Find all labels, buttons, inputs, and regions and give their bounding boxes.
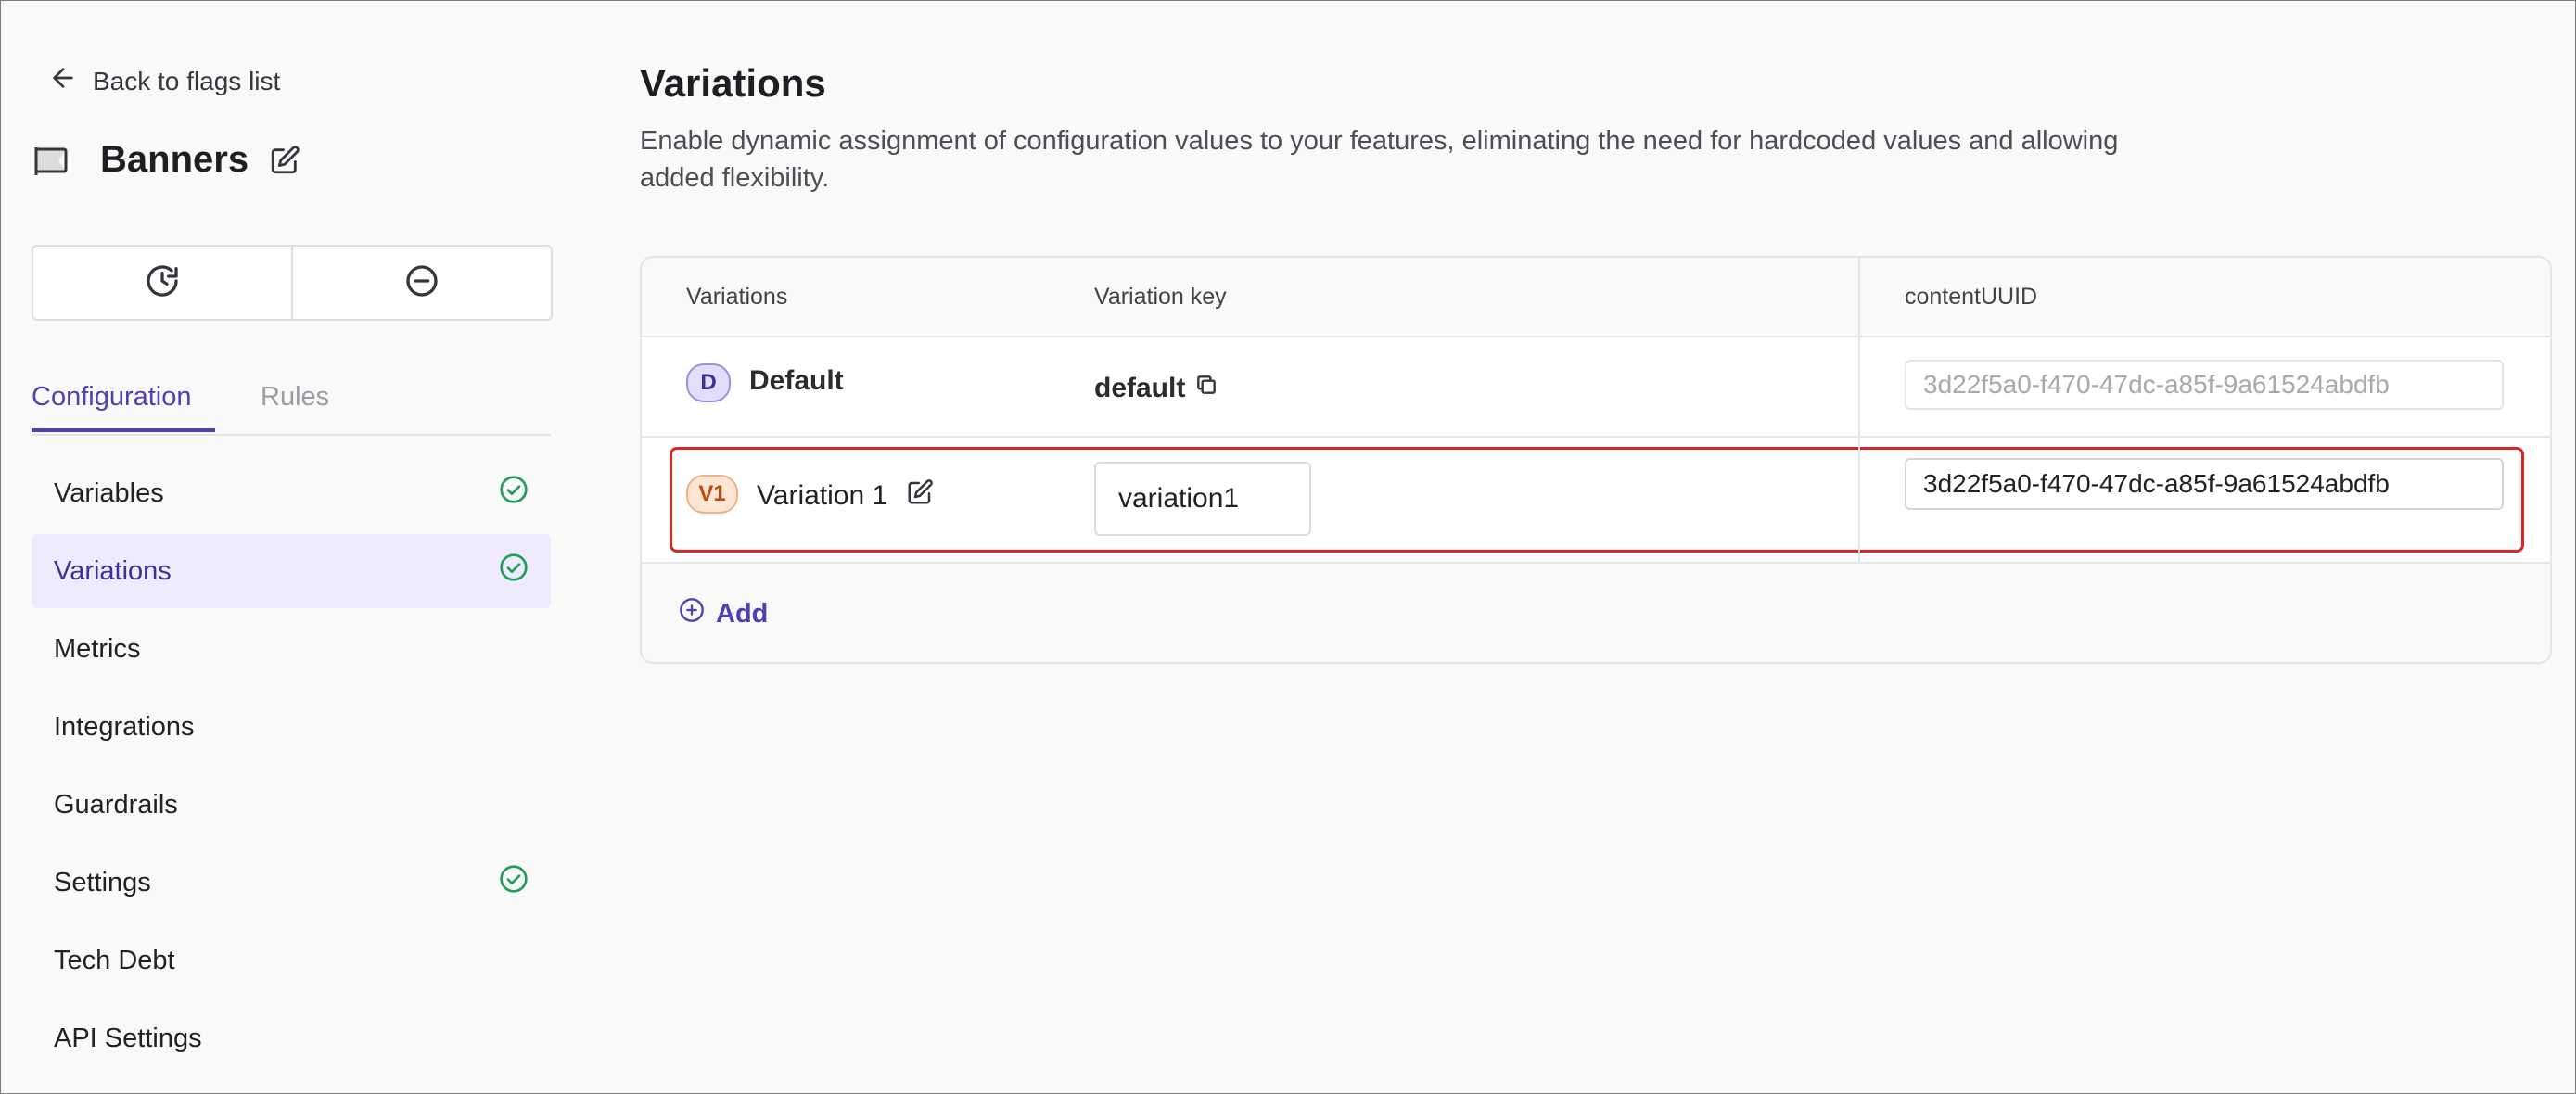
sidebar-item-label: Guardrails (54, 789, 178, 820)
table-row-variation-1: V1 Variation 1 variation1 3d22f5a0-f470-… (642, 438, 2550, 562)
variation-key-input[interactable]: variation1 (1094, 462, 1311, 536)
sidebar-item-metrics[interactable]: Metrics (32, 612, 551, 686)
page-title: Variations (640, 61, 826, 105)
check-circle-icon (499, 475, 529, 512)
variation-badge: D (686, 363, 731, 402)
sidebar-nav: Variables Variations Metrics Integration… (32, 456, 551, 1079)
flag-name: Banners (100, 139, 249, 180)
tab-configuration[interactable]: Configuration (32, 371, 215, 432)
copy-icon[interactable] (1194, 373, 1218, 404)
page-description: Enable dynamic assignment of configurati… (640, 126, 2119, 193)
flag-actions (32, 245, 553, 321)
sidebar-item-label: Integrations (54, 711, 195, 742)
minus-circle-icon (403, 262, 440, 304)
check-circle-icon (499, 864, 529, 901)
history-button[interactable] (33, 247, 291, 319)
divider (642, 562, 2550, 564)
sidebar-item-variables[interactable]: Variables (32, 456, 551, 530)
variation-name: Default (749, 365, 844, 396)
sidebar-item-settings[interactable]: Settings (32, 846, 551, 920)
back-to-flags-link[interactable]: Back to flags list (48, 63, 280, 99)
variation-name: Variation 1 (757, 480, 888, 511)
sidebar-item-guardrails[interactable]: Guardrails (32, 768, 551, 842)
column-header-variations: Variations (686, 284, 788, 310)
sidebar-item-label: API Settings (54, 1023, 202, 1053)
add-label: Add (716, 598, 769, 629)
check-circle-icon (499, 553, 529, 590)
add-variation-button[interactable]: Add (679, 597, 768, 630)
variation-name-group: Variation 1 (757, 478, 934, 514)
sidebar-item-api-settings[interactable]: API Settings (32, 1001, 551, 1075)
sidebar-item-label: Variations (54, 555, 172, 586)
back-label: Back to flags list (93, 66, 281, 95)
table-row-default: D Default default 3d22f5a0-f470-47dc-a85… (642, 337, 2550, 436)
sidebar-item-label: Variables (54, 477, 164, 508)
sidebar-item-label: Tech Debt (54, 945, 175, 975)
column-header-variation-key: Variation key (1094, 284, 1227, 310)
history-icon (144, 262, 181, 304)
variation-key-text: default (1094, 373, 1186, 403)
variations-table: Variations Variation key contentUUID D D… (640, 256, 2552, 664)
variation-key: default (1094, 373, 1218, 404)
sidebar-item-label: Settings (54, 867, 151, 897)
sidebar-item-integrations[interactable]: Integrations (32, 690, 551, 764)
column-divider (1858, 258, 1860, 564)
sidebar-item-tech-debt[interactable]: Tech Debt (32, 923, 551, 998)
flag-header: Banners (33, 139, 300, 181)
sidebar-item-label: Metrics (54, 633, 141, 664)
sidebar-tabs: Configuration Rules (32, 371, 551, 436)
variation-badge: V1 (686, 475, 738, 514)
content-uuid-input[interactable]: 3d22f5a0-f470-47dc-a85f-9a61524abdfb (1905, 458, 2504, 510)
plus-circle-icon (679, 597, 705, 630)
sidebar-item-variations[interactable]: Variations (32, 534, 551, 608)
content-uuid-field-default: 3d22f5a0-f470-47dc-a85f-9a61524abdfb (1905, 360, 2504, 410)
tab-rules[interactable]: Rules (261, 371, 329, 432)
column-header-content-uuid: contentUUID (1905, 284, 2038, 310)
disable-button[interactable] (291, 247, 551, 319)
arrow-left-icon (48, 63, 78, 99)
edit-variation-name-icon[interactable] (906, 478, 934, 514)
flag-icon (33, 144, 70, 177)
edit-flag-name-icon[interactable] (269, 145, 300, 176)
